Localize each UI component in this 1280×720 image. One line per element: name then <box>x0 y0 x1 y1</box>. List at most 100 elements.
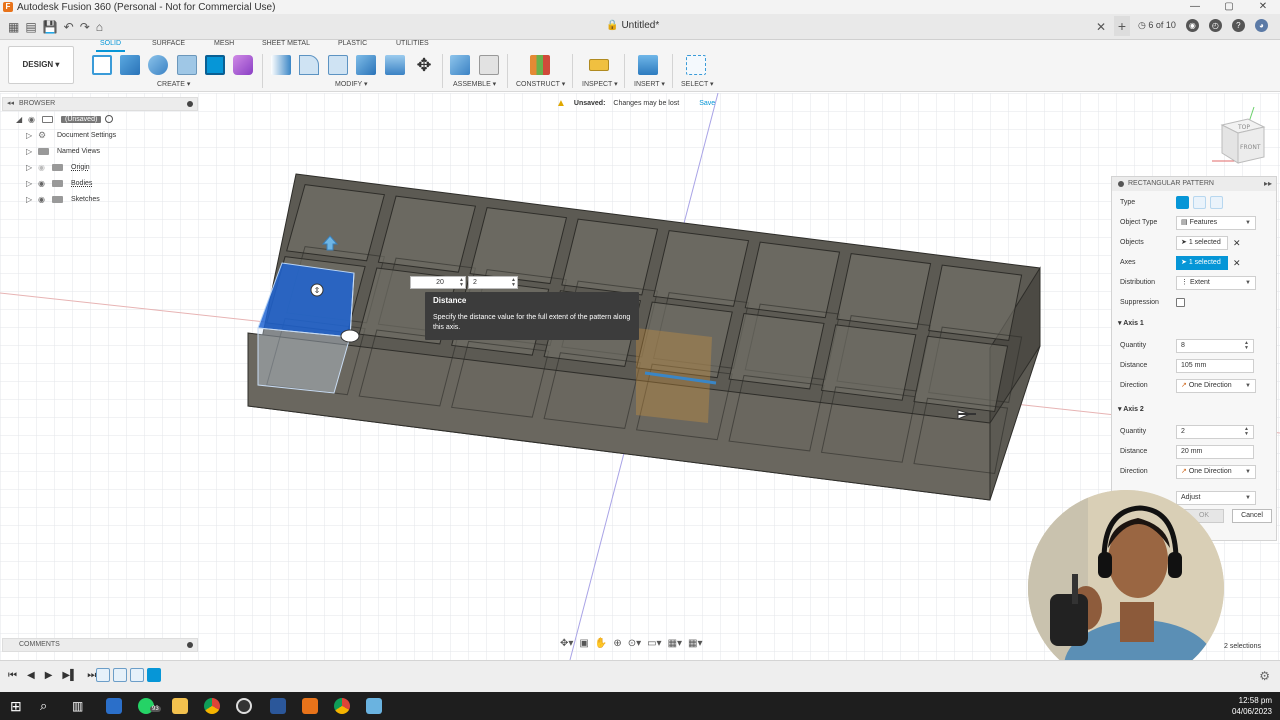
axis1-direction-select[interactable]: ↗ One Direction ▼ <box>1176 379 1256 393</box>
create-menu[interactable]: CREATE ▾ <box>157 80 190 88</box>
minimize-button[interactable]: — <box>1178 0 1212 14</box>
axis-manipulator[interactable] <box>340 329 360 343</box>
help-icon[interactable]: ? <box>1231 19 1245 32</box>
extrude-icon[interactable] <box>120 55 140 75</box>
hole-icon[interactable] <box>177 55 197 75</box>
axis2-section[interactable]: ▾ Axis 2 <box>1118 405 1144 413</box>
terminal-app-icon[interactable] <box>106 698 122 714</box>
step-back-icon[interactable]: ◀ <box>27 670 35 681</box>
fit-icon[interactable]: ⊙▾ <box>628 638 641 649</box>
grid-menu-icon[interactable]: ▦ <box>8 20 19 34</box>
display-settings-icon[interactable]: ▭▾ <box>647 638 661 649</box>
job-status[interactable]: ◷ 6 of 10 <box>1138 20 1176 31</box>
comments-panel[interactable]: COMMENTS <box>2 638 198 652</box>
insert-menu[interactable]: INSERT ▾ <box>634 80 665 88</box>
document-tab[interactable]: 🔒 Untitled* <box>606 20 659 31</box>
quantity-spinner[interactable]: ▲ ▼ <box>511 278 516 288</box>
eye-icon[interactable]: ◉ <box>38 163 50 172</box>
zoom-icon[interactable]: ⊕ <box>613 638 621 649</box>
panel-header[interactable]: RECTANGULAR PATTERN ▸▸ <box>1112 177 1276 191</box>
browser-item-origin[interactable]: ▷ ◉ Origin <box>2 159 198 175</box>
eye-icon[interactable]: ◉ <box>38 179 50 188</box>
browser-item-root[interactable]: ◢ ◉ (Unsaved) <box>2 111 198 127</box>
axis2-quantity-input[interactable]: 2 ▲ ▼ <box>1176 425 1254 439</box>
file-explorer-icon[interactable] <box>172 698 188 714</box>
task-view-icon[interactable]: ▥ <box>72 698 88 714</box>
cancel-button[interactable]: Cancel <box>1232 509 1272 523</box>
workspace-switcher[interactable]: DESIGN ▾ <box>8 46 74 84</box>
joint-icon[interactable] <box>479 55 499 75</box>
notifications-icon[interactable]: ◴ <box>1208 19 1222 32</box>
rectangular-type-icon[interactable] <box>1176 196 1189 209</box>
tab-plastic[interactable]: PLASTIC <box>338 40 367 47</box>
obs-icon[interactable] <box>236 698 252 714</box>
look-at-icon[interactable]: ▣ <box>579 638 588 649</box>
undo-icon[interactable]: ↶ <box>64 20 74 34</box>
browser-header[interactable]: ◂◂ BROWSER <box>2 97 198 111</box>
grid-settings-icon[interactable]: ▦▾ <box>668 638 682 649</box>
axis1-distance-input[interactable]: 105 mm <box>1176 359 1254 373</box>
close-window-button[interactable]: ✕ <box>1246 0 1280 14</box>
rectangular-pattern-icon[interactable] <box>205 55 225 75</box>
tab-utilities[interactable]: UTILITIES <box>396 40 429 47</box>
expand-panel-icon[interactable]: ▸▸ <box>1264 177 1272 191</box>
suppression-checkbox[interactable] <box>1176 298 1185 307</box>
fusion-taskbar-icon[interactable] <box>302 698 318 714</box>
tab-mesh[interactable]: MESH <box>214 40 234 47</box>
axis2-direction-select[interactable]: ↗ One Direction ▼ <box>1176 465 1256 479</box>
go-to-end-icon[interactable]: ⏭ <box>87 670 96 681</box>
distance-input[interactable]: 20 ▲ ▼ <box>410 276 466 289</box>
assemble-menu[interactable]: ASSEMBLE ▾ <box>453 80 496 88</box>
step-forward-icon[interactable]: ▶▌ <box>62 670 77 681</box>
expand-icon[interactable]: ▷ <box>26 147 36 156</box>
go-to-start-icon[interactable]: ⏮ <box>8 670 17 681</box>
add-comment-icon[interactable] <box>187 642 193 648</box>
timeline-pattern-icon[interactable] <box>147 668 161 682</box>
new-tab-button[interactable]: + <box>1114 16 1130 36</box>
browser-item-bodies[interactable]: ▷ ◉ Bodies <box>2 175 198 191</box>
windows-start-icon[interactable]: ⊞ <box>10 698 26 714</box>
circular-type-icon[interactable] <box>1193 196 1206 209</box>
expand-icon[interactable]: ▷ <box>26 195 36 204</box>
chrome-profile-icon[interactable] <box>334 698 350 714</box>
clear-objects-icon[interactable]: ✕ <box>1233 238 1241 249</box>
compute-option-select[interactable]: Adjust ▼ <box>1176 491 1256 505</box>
expand-icon[interactable]: ▷ <box>26 163 36 172</box>
chrome-icon[interactable] <box>204 698 220 714</box>
timeline-extrude-icon[interactable] <box>113 668 127 682</box>
chamfer-icon[interactable] <box>328 55 348 75</box>
file-menu-icon[interactable]: ▤ <box>25 20 36 34</box>
move-copy-icon[interactable]: ✥ <box>414 55 434 75</box>
word-icon[interactable] <box>270 698 286 714</box>
system-clock[interactable]: 12:58 pm 04/06/2023 <box>1232 695 1272 717</box>
tab-sheet-metal[interactable]: SHEET METAL <box>262 40 310 47</box>
shell-icon[interactable] <box>356 55 376 75</box>
expand-icon[interactable]: ◢ <box>16 115 26 124</box>
axes-selector[interactable]: ➤ 1 selected <box>1176 256 1228 270</box>
browser-item-named-views[interactable]: ▷ Named Views <box>2 143 198 159</box>
account-avatar[interactable]: ◕ <box>1254 19 1268 32</box>
viewcube[interactable]: TOP FRONT <box>1210 103 1270 167</box>
distribution-select[interactable]: ⋮ Extent ▼ <box>1176 276 1256 290</box>
timeline-sketch-icon[interactable] <box>96 668 110 682</box>
create-form-icon[interactable] <box>233 55 253 75</box>
revolve-icon[interactable] <box>148 55 168 75</box>
expand-icon[interactable]: ▷ <box>26 131 36 140</box>
new-component-icon[interactable] <box>450 55 470 75</box>
save-icon[interactable]: 💾 <box>43 20 58 34</box>
browser-item-document-settings[interactable]: ▷ ⚙ Document Settings <box>2 127 198 143</box>
create-sketch-icon[interactable] <box>92 55 112 75</box>
select-icon[interactable] <box>686 55 706 75</box>
extensions-icon[interactable]: ◉ <box>1185 19 1199 32</box>
eye-icon[interactable]: ◉ <box>38 195 50 204</box>
object-type-select[interactable]: ▤ Features ▼ <box>1176 216 1256 230</box>
modify-menu[interactable]: MODIFY ▾ <box>335 80 368 88</box>
expand-icon[interactable]: ▷ <box>26 179 36 188</box>
tab-surface[interactable]: SURFACE <box>152 40 185 47</box>
browser-item-sketches[interactable]: ▷ ◉ Sketches <box>2 191 198 207</box>
quantity-input[interactable]: 2 ▲ ▼ <box>468 276 518 289</box>
pan-icon[interactable]: ✋ <box>595 638 607 649</box>
axis1-quantity-spinner[interactable]: ▲ ▼ <box>1244 341 1249 351</box>
collapse-icon[interactable]: ◂◂ <box>7 98 14 110</box>
close-tab-icon[interactable]: ✕ <box>1096 20 1106 34</box>
